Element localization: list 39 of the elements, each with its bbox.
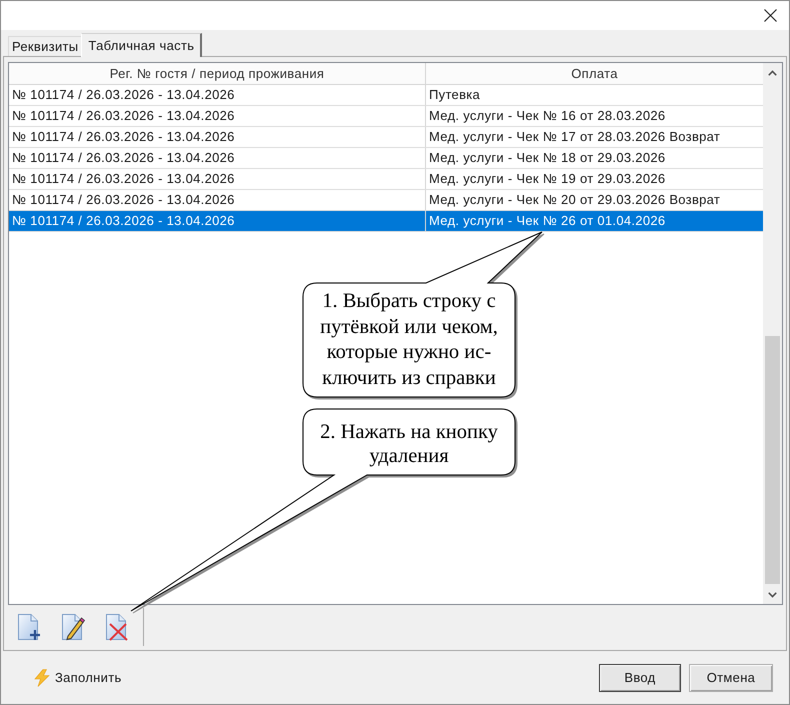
- table-cell-text: Мед. услуги - Чек № 18 от 29.03.2026: [428, 149, 666, 167]
- table-cell-text: Мед. услуги - Чек № 20 от 29.03.2026 Возврат: [428, 191, 722, 209]
- table-cell-text: Мед. услуги - Чек № 17 от 28.03.2026 Возврат: [428, 128, 722, 146]
- scrollbar[interactable]: [763, 63, 782, 604]
- table-cell-text: Путевка: [428, 86, 482, 104]
- dialog-button[interactable]: Ввод: [599, 664, 681, 692]
- table-cell: № 101174 / 26.03.2026 - 13.04.2026: [9, 148, 426, 168]
- table-row[interactable]: № 101174 / 26.03.2026 - 13.04.2026 Мед. услуги - Чек № 18 от 29.03.2026: [9, 148, 763, 169]
- table-row[interactable]: № 101174 / 26.03.2026 - 13.04.2026 Путевка: [9, 85, 763, 106]
- table-cell: № 101174 / 26.03.2026 - 13.04.2026: [9, 85, 426, 105]
- table-cell-text: Мед. услуги - Чек № 16 от 28.03.2026: [428, 107, 666, 125]
- lightning-icon: [34, 668, 50, 686]
- document-cross-icon: [104, 613, 130, 641]
- table-cell: № 101174 / 26.03.2026 - 13.04.2026: [9, 106, 426, 126]
- scrollbar-thumb[interactable]: [765, 336, 780, 584]
- chevron-up-icon: [768, 70, 777, 76]
- table-cell: № 101174 / 26.03.2026 - 13.04.2026: [9, 127, 426, 147]
- table-row[interactable]: № 101174 / 26.03.2026 - 13.04.2026 Мед. услуги - Чек № 17 от 28.03.2026 Возврат: [9, 127, 763, 148]
- document-pencil-icon: [60, 613, 86, 641]
- dialog-button[interactable]: Отмена: [689, 664, 773, 692]
- table-cell: № 101174 / 26.03.2026 - 13.04.2026: [9, 169, 426, 189]
- table-row[interactable]: № 101174 / 26.03.2026 - 13.04.2026 Мед. услуги - Чек № 20 от 29.03.2026 Возврат: [9, 190, 763, 211]
- table-row[interactable]: № 101174 / 26.03.2026 - 13.04.2026 Мед. услуги - Чек № 26 от 01.04.2026: [9, 211, 763, 232]
- table-cell-text: Мед. услуги - Чек № 19 от 29.03.2026: [428, 170, 666, 188]
- table-cell-text: Мед. услуги - Чек № 26 от 01.04.2026: [428, 212, 666, 230]
- close-icon: [764, 8, 776, 22]
- fill-button[interactable]: Заполнить: [31, 666, 125, 690]
- column-header[interactable]: Оплата: [426, 63, 763, 84]
- table-row[interactable]: № 101174 / 26.03.2026 - 13.04.2026 Мед. услуги - Чек № 16 от 28.03.2026: [9, 106, 763, 127]
- tab[interactable]: Реквизиты: [8, 36, 82, 56]
- tab[interactable]: Табличная часть: [81, 33, 202, 57]
- table-row[interactable]: № 101174 / 26.03.2026 - 13.04.2026 Мед. услуги - Чек № 19 от 29.03.2026: [9, 169, 763, 190]
- table-cell: № 101174 / 26.03.2026 - 13.04.2026: [9, 190, 426, 210]
- document-plus-icon: [16, 613, 42, 641]
- table-cell: № 101174 / 26.03.2026 - 13.04.2026: [9, 211, 426, 231]
- column-header[interactable]: Рег. № гостя / период проживания: [9, 63, 426, 84]
- chevron-down-icon: [768, 592, 777, 598]
- callout-text: 1. Выбрать строку с путёвкой или чеком, которые нужно ис- ключить из справки: [320, 289, 498, 390]
- callout-text: 2. Нажать на кнопку удаления: [320, 420, 498, 468]
